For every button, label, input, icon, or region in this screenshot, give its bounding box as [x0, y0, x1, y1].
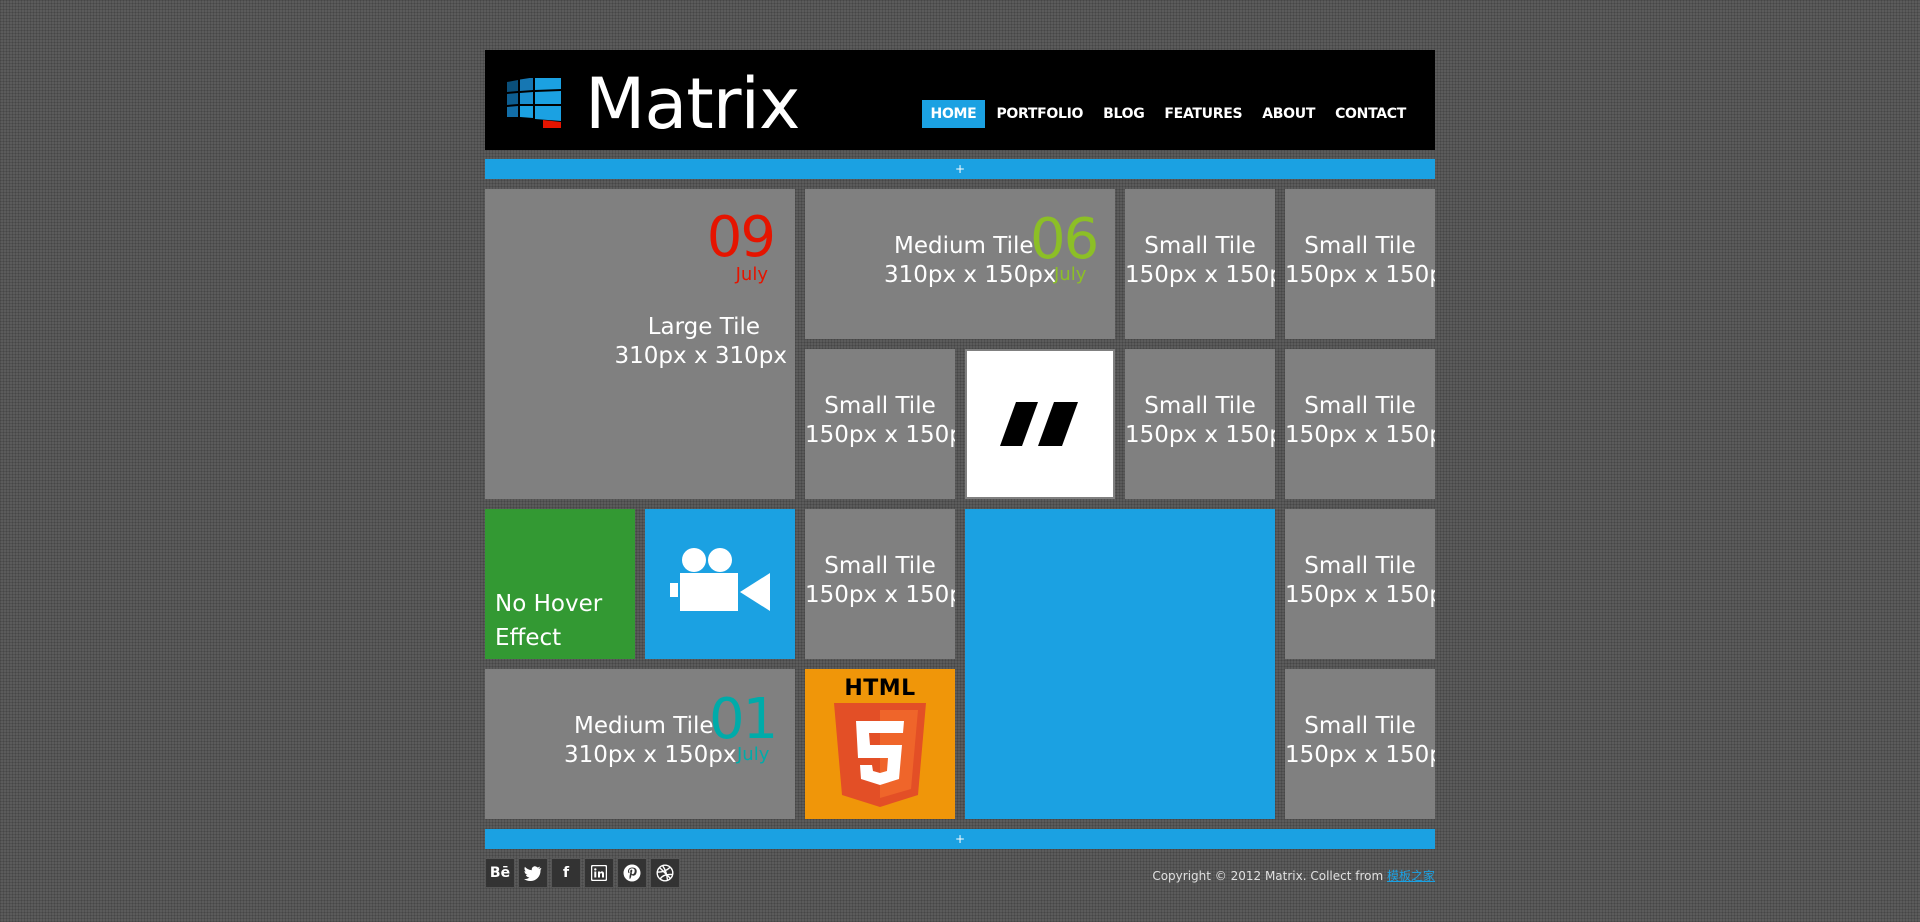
- small-tile-size: 150px x 150px: [1285, 582, 1435, 608]
- no-hover-tile[interactable]: No Hover Effect: [485, 509, 635, 659]
- small-tile[interactable]: Small Tile 150px x 150px: [1285, 509, 1435, 659]
- nav-contact[interactable]: CONTACT: [1326, 100, 1415, 128]
- small-tile-title: Small Tile: [824, 393, 936, 419]
- small-tile-title: Small Tile: [1144, 393, 1256, 419]
- small-tile-title: Small Tile: [1304, 553, 1416, 579]
- site-logo-text[interactable]: Matrix: [585, 64, 800, 144]
- html5-label: HTML: [844, 676, 916, 701]
- small-tile-title: Small Tile: [1304, 713, 1416, 739]
- top-expand-bar[interactable]: +: [485, 159, 1435, 179]
- bottom-expand-bar[interactable]: +: [485, 829, 1435, 849]
- small-tile[interactable]: Small Tile 150px x 150px: [1285, 669, 1435, 819]
- quote-icon: [1000, 402, 1078, 446]
- video-camera-icon: [670, 548, 770, 611]
- nav-portfolio[interactable]: PORTFOLIO: [987, 100, 1092, 128]
- small-tile-size: 150px x 150px: [1285, 422, 1435, 448]
- quote-tile[interactable]: [965, 349, 1115, 499]
- small-tile-size: 150px x 150px: [805, 582, 955, 608]
- site-header: Matrix HOME PORTFOLIO BLOG FEATURES ABOU…: [485, 50, 1435, 150]
- small-tile[interactable]: Small Tile 150px x 150px: [1285, 189, 1435, 339]
- large-tile-size: 310px x 310px: [614, 343, 787, 369]
- template-source-link[interactable]: 模板之家: [1387, 869, 1435, 883]
- copyright-text: Copyright © 2012 Matrix. Collect from: [1152, 869, 1387, 883]
- small-tile-title: Small Tile: [1304, 393, 1416, 419]
- large-tile-title: Large Tile: [647, 314, 760, 340]
- medium-tile-bottom-day: 01: [709, 687, 778, 752]
- small-tile-title: Small Tile: [1304, 233, 1416, 259]
- small-tile-title: Small Tile: [1144, 233, 1256, 259]
- wide-blue-tile[interactable]: [965, 509, 1275, 819]
- small-tile-size: 150px x 150px: [1285, 742, 1435, 768]
- no-hover-tile-line2: Effect: [495, 625, 562, 651]
- small-tile[interactable]: Small Tile 150px x 150px: [1285, 349, 1435, 499]
- medium-tile-bottom-month: July: [737, 744, 770, 765]
- small-tile-size: 150px x 150px: [1285, 262, 1435, 288]
- small-tile[interactable]: Small Tile 150px x 150px: [805, 509, 955, 659]
- small-tile-title: Small Tile: [824, 553, 936, 579]
- behance-icon[interactable]: Bē: [485, 858, 515, 888]
- video-tile[interactable]: [645, 509, 795, 659]
- main-nav: HOME PORTFOLIO BLOG FEATURES ABOUT CONTA…: [921, 100, 1415, 128]
- html5-tile[interactable]: HTML: [805, 669, 955, 819]
- windows-logo-icon[interactable]: [507, 78, 561, 128]
- twitter-icon[interactable]: [518, 858, 548, 888]
- small-tile-size: 150px x 150px: [1125, 422, 1275, 448]
- nav-home[interactable]: HOME: [921, 100, 986, 128]
- nav-blog[interactable]: BLOG: [1094, 100, 1153, 128]
- medium-tile-top-month: July: [1054, 264, 1087, 285]
- nav-features[interactable]: FEATURES: [1155, 100, 1251, 128]
- html5-logo-icon: [834, 703, 926, 807]
- small-tile[interactable]: Small Tile 150px x 150px: [1125, 349, 1275, 499]
- medium-tile-top-day: 06: [1030, 207, 1099, 272]
- medium-tile-top[interactable]: Medium Tile 310px x 150px 06 July: [805, 189, 1115, 339]
- large-tile[interactable]: 09 July Large Tile 310px x 310px: [485, 189, 795, 499]
- dribbble-icon[interactable]: [650, 858, 680, 888]
- small-tile[interactable]: Small Tile 150px x 150px: [1125, 189, 1275, 339]
- small-tile-size: 150px x 150px: [1125, 262, 1275, 288]
- small-tile[interactable]: Small Tile 150px x 150px: [805, 349, 955, 499]
- social-links: Bē f: [485, 858, 680, 888]
- no-hover-tile-line1: No Hover: [495, 591, 603, 617]
- linkedin-icon[interactable]: [584, 858, 614, 888]
- footer-copyright: Copyright © 2012 Matrix. Collect from 模板…: [1152, 867, 1435, 884]
- large-tile-month: July: [735, 264, 768, 285]
- large-tile-day: 09: [706, 205, 776, 270]
- small-tile-size: 150px x 150px: [805, 422, 955, 448]
- facebook-icon[interactable]: f: [551, 858, 581, 888]
- medium-tile-bottom-title: Medium Tile: [574, 713, 714, 739]
- nav-about[interactable]: ABOUT: [1253, 100, 1324, 128]
- pinterest-icon[interactable]: [617, 858, 647, 888]
- medium-tile-bottom[interactable]: Medium Tile 310px x 150px 01 July: [485, 669, 795, 819]
- medium-tile-top-title: Medium Tile: [894, 233, 1034, 259]
